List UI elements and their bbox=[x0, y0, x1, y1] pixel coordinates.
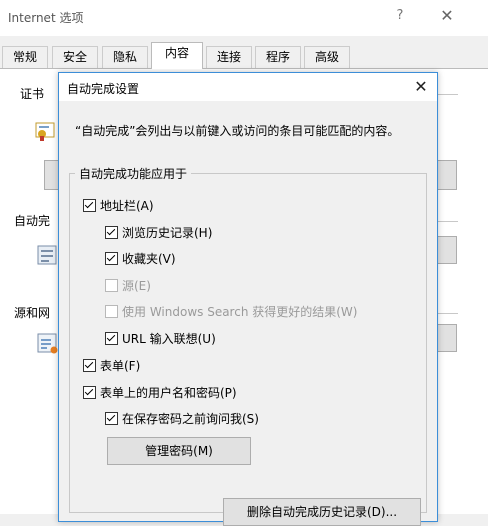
checkbox-label: 表单(F) bbox=[100, 359, 141, 373]
tab-connections[interactable]: 连接 bbox=[206, 46, 252, 68]
checkbox-label: 收藏夹(V) bbox=[122, 252, 176, 266]
help-button[interactable]: ? bbox=[390, 8, 410, 23]
checkbox-label: 地址栏(A) bbox=[100, 199, 154, 213]
checkbox-label: 源(E) bbox=[122, 279, 151, 293]
section-divider bbox=[438, 94, 458, 95]
forms-checkbox[interactable]: 表单(F) bbox=[83, 358, 140, 374]
dialog-close-button[interactable]: ✕ bbox=[411, 77, 431, 96]
checkbox-checked-icon bbox=[83, 359, 96, 372]
delete-autocomplete-history-button[interactable]: 删除自动完成历史记录(D)... bbox=[223, 498, 421, 526]
feeds-section-label: 源和网 bbox=[14, 306, 51, 320]
feeds-settings-button[interactable] bbox=[437, 324, 457, 352]
window-title: Internet 选项 bbox=[8, 11, 84, 25]
checkbox-checked-icon bbox=[105, 412, 118, 425]
checkbox-checked-icon bbox=[105, 226, 118, 239]
autocomplete-settings-button[interactable] bbox=[437, 236, 457, 264]
checkbox-unchecked-icon bbox=[105, 305, 118, 318]
autocomplete-section-label: 自动完 bbox=[14, 214, 51, 228]
feeds-checkbox: 源(E) bbox=[105, 278, 151, 294]
checkbox-checked-icon bbox=[83, 199, 96, 212]
tab-content[interactable]: 内容 bbox=[151, 42, 203, 69]
tab-programs[interactable]: 程序 bbox=[255, 46, 301, 68]
checkbox-unchecked-icon bbox=[105, 279, 118, 292]
section-divider bbox=[438, 221, 458, 222]
window-close-button[interactable]: ✕ bbox=[434, 6, 460, 25]
favorites-checkbox[interactable]: 收藏夹(V) bbox=[105, 251, 176, 267]
dialog-description: “自动完成”会列出与以前键入或访问的条目可能匹配的内容。 bbox=[75, 124, 400, 138]
section-divider bbox=[438, 313, 458, 314]
address-bar-checkbox[interactable]: 地址栏(A) bbox=[83, 198, 154, 214]
checkbox-label: URL 输入联想(U) bbox=[122, 332, 216, 346]
autocomplete-icon bbox=[36, 244, 58, 266]
tab-advanced[interactable]: 高级 bbox=[304, 46, 350, 68]
dialog-title: 自动完成设置 bbox=[67, 82, 140, 96]
ask-before-save-checkbox[interactable]: 在保存密码之前询问我(S) bbox=[105, 411, 259, 427]
checkbox-checked-icon bbox=[83, 386, 96, 399]
certificate-icon bbox=[34, 120, 56, 142]
checkbox-label: 表单上的用户名和密码(P) bbox=[100, 386, 237, 400]
form-credentials-checkbox[interactable]: 表单上的用户名和密码(P) bbox=[83, 385, 237, 401]
feeds-icon bbox=[36, 332, 58, 354]
tab-security[interactable]: 安全 bbox=[52, 46, 98, 68]
windows-search-checkbox: 使用 Windows Search 获得更好的结果(W) bbox=[105, 304, 357, 320]
tab-privacy[interactable]: 隐私 bbox=[102, 46, 148, 68]
checkbox-label: 浏览历史记录(H) bbox=[122, 226, 213, 240]
history-checkbox[interactable]: 浏览历史记录(H) bbox=[105, 225, 212, 241]
checkbox-checked-icon bbox=[105, 252, 118, 265]
tab-general[interactable]: 常规 bbox=[2, 46, 48, 68]
url-suggestions-checkbox[interactable]: URL 输入联想(U) bbox=[105, 331, 216, 347]
checkbox-label: 使用 Windows Search 获得更好的结果(W) bbox=[122, 305, 358, 319]
checkbox-label: 在保存密码之前询问我(S) bbox=[122, 412, 259, 426]
group-title: 自动完成功能应用于 bbox=[75, 165, 192, 182]
certificates-section-label: 证书 bbox=[20, 87, 45, 101]
manage-passwords-button[interactable]: 管理密码(M) bbox=[107, 437, 251, 465]
autocomplete-settings-dialog: 自动完成设置 ✕ “自动完成”会列出与以前键入或访问的条目可能匹配的内容。 自动… bbox=[58, 72, 438, 526]
certificates-button[interactable] bbox=[437, 160, 457, 190]
checkbox-checked-icon bbox=[105, 332, 118, 345]
